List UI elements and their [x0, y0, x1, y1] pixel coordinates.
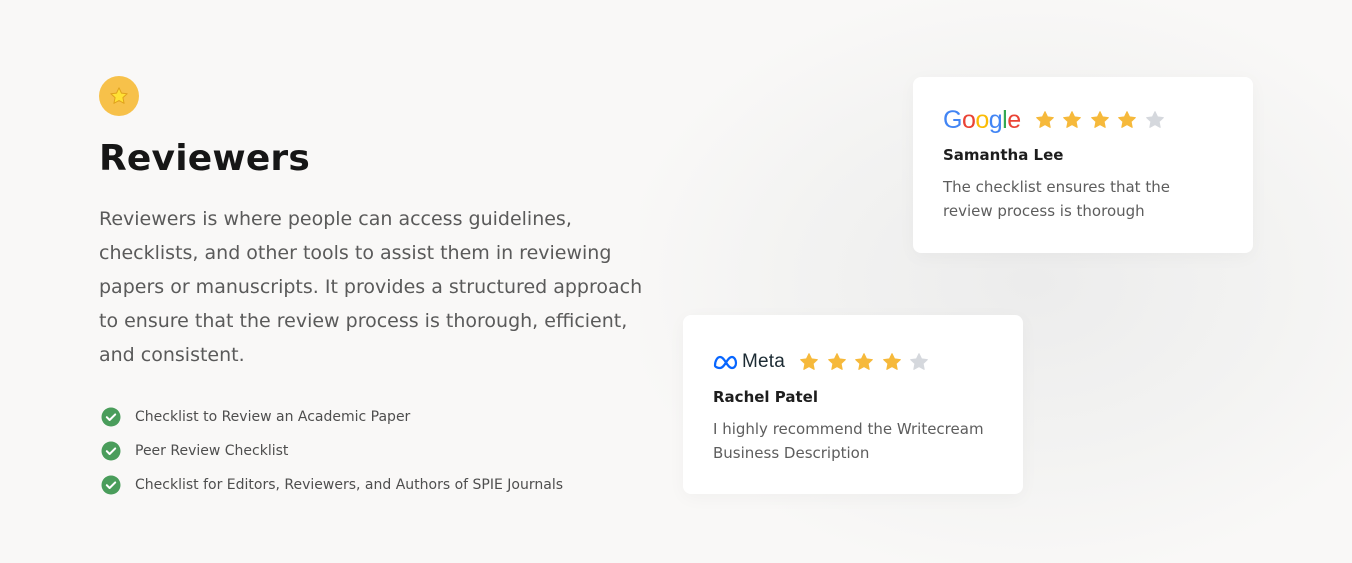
rating-stars: [799, 352, 937, 372]
check-circle-icon: [101, 441, 121, 461]
checklist-item-label: Checklist to Review an Academic Paper: [135, 409, 411, 425]
review-card-google: Google Samantha Lee The checklist ensure…: [913, 77, 1253, 253]
star-filled-icon: [1062, 110, 1082, 130]
star-filled-icon: [1090, 110, 1110, 130]
review-text: I highly recommend the Writecream Busine…: [713, 420, 984, 462]
reviewer-name: Rachel Patel: [713, 388, 818, 406]
star-filled-icon: [882, 352, 902, 372]
star-badge: [99, 76, 139, 116]
check-circle-icon: [101, 407, 121, 427]
meta-wordmark: Meta: [742, 351, 786, 372]
checklist-item-label: Peer Review Checklist: [135, 443, 289, 459]
star-filled-icon: [854, 352, 874, 372]
review-card-meta: Meta Rachel Patel I highly recommend the…: [683, 315, 1023, 494]
section-title: Reviewers: [99, 138, 311, 179]
checklist-item: Peer Review Checklist: [99, 434, 659, 468]
review-text: The checklist ensures that the review pr…: [943, 178, 1170, 220]
section-description: Reviewers is where people can access gui…: [99, 208, 643, 366]
star-filled-icon: [1035, 110, 1055, 130]
meta-infinity-icon: [713, 355, 738, 370]
checklist-item: Checklist to Review an Academic Paper: [99, 400, 659, 434]
star-empty-icon: [909, 352, 929, 372]
star-filled-icon: [799, 352, 819, 372]
checklist-item: Checklist for Editors, Reviewers, and Au…: [99, 468, 659, 502]
rating-stars: [1035, 110, 1173, 130]
checklist-item-label: Checklist for Editors, Reviewers, and Au…: [135, 477, 563, 493]
star-empty-icon: [1145, 110, 1165, 130]
checklist: Checklist to Review an Academic Paper Pe…: [99, 400, 659, 502]
star-filled-icon: [1117, 110, 1137, 130]
star-icon: [110, 87, 128, 104]
google-logo: Google: [943, 106, 1021, 134]
reviewer-name: Samantha Lee: [943, 146, 1064, 164]
meta-logo: Meta: [713, 351, 785, 373]
check-circle-icon: [101, 475, 121, 495]
reviewers-section: Reviewers Reviewers is where people can …: [99, 76, 659, 502]
star-filled-icon: [827, 352, 847, 372]
